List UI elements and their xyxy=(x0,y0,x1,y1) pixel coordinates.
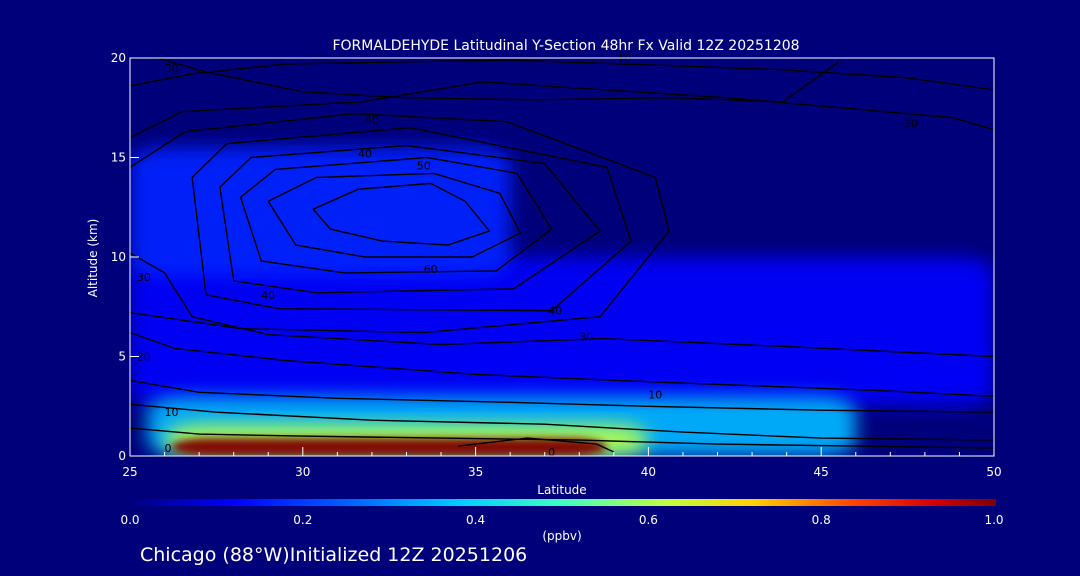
contour-label: 0 xyxy=(165,442,172,455)
x-axis-label: Latitude xyxy=(537,483,586,497)
contour-label: 30 xyxy=(164,62,178,75)
x-tick-label: 30 xyxy=(295,465,310,479)
y-tick-label: 5 xyxy=(118,350,126,364)
chart-title: FORMALDEHYDE Latitudinal Y-Section 48hr … xyxy=(332,38,799,54)
contour-label: 40 xyxy=(358,148,372,161)
colorbar-tick-label: 0.0 xyxy=(120,513,139,527)
contour-label: 30 xyxy=(137,271,151,284)
y-tick-label: 0 xyxy=(118,449,126,463)
x-tick-label: 45 xyxy=(814,465,829,479)
contour-label: 0 xyxy=(548,446,555,459)
y-tick-label: 20 xyxy=(111,51,126,65)
x-tick-label: 50 xyxy=(986,465,1001,479)
contour-label: 30 xyxy=(579,331,593,344)
x-tick-label: 35 xyxy=(468,465,483,479)
colorbar-ticks: 0.0 0.2 0.4 0.6 0.8 1.0 xyxy=(120,513,1003,527)
y-tick-label: 15 xyxy=(111,151,126,165)
y-tick-label: 10 xyxy=(111,250,126,264)
colorbar xyxy=(130,499,996,506)
contour-label: 50 xyxy=(417,159,431,172)
chart-svg: FORMALDEHYDE Latitudinal Y-Section 48hr … xyxy=(86,38,1004,566)
field-region-0 xyxy=(130,257,994,407)
footer-text: Chicago (88°W)Initialized 12Z 20251206 xyxy=(140,544,527,566)
colorbar-tick-label: 0.8 xyxy=(812,513,831,527)
contour-label: 40 xyxy=(261,289,275,302)
contour-label: 40 xyxy=(548,305,562,318)
colorbar-tick-label: 0.6 xyxy=(639,513,658,527)
colorbar-unit-label: (ppbv) xyxy=(542,529,581,543)
x-tick-label: 25 xyxy=(122,465,137,479)
contour-label: 10 xyxy=(648,388,662,401)
contour-label: 30 xyxy=(904,118,918,131)
y-axis-label: Altitude (km) xyxy=(86,219,100,298)
field-region-4 xyxy=(171,438,607,456)
colorbar-tick-label: 1.0 xyxy=(984,513,1003,527)
x-tick-label: 40 xyxy=(641,465,656,479)
contour-label: 10 xyxy=(164,406,178,419)
colorbar-tick-label: 0.2 xyxy=(293,513,312,527)
contour-label: 40 xyxy=(365,114,379,127)
contour-label: 60 xyxy=(424,263,438,276)
colorbar-tick-label: 0.4 xyxy=(466,513,485,527)
